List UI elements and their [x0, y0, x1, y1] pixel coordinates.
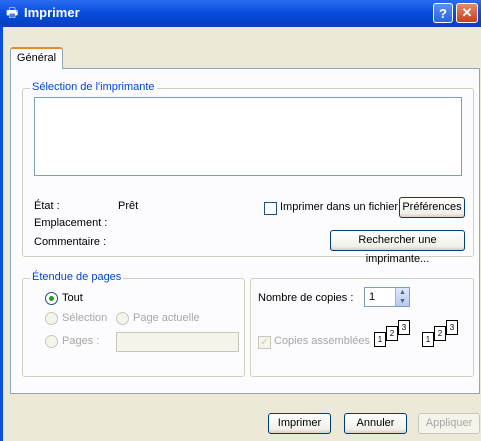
pages-input[interactable]	[116, 332, 239, 352]
copies-label: Nombre de copies :	[258, 292, 354, 304]
selection-label: Sélection	[62, 312, 108, 324]
current-page-label: Page actuelle	[133, 312, 200, 324]
print-button[interactable]: Imprimer	[268, 413, 331, 434]
help-button[interactable]: ?	[433, 3, 453, 23]
collate-page: 1	[374, 332, 386, 347]
copies-spinner[interactable]: ▲ ▼	[395, 288, 409, 306]
all-pages-radio[interactable]	[45, 292, 58, 305]
close-button[interactable]: ✕	[456, 3, 478, 23]
state-label: État :	[34, 200, 60, 212]
pages-label: Pages :	[62, 335, 100, 347]
print-to-file-label: Imprimer dans un fichier	[280, 201, 398, 213]
collate-page: 3	[446, 320, 458, 335]
printer-icon: 🖶	[6, 5, 19, 20]
collate-checkbox[interactable]: ✓	[258, 336, 271, 349]
preferences-button[interactable]: Préférences	[399, 197, 465, 218]
printer-selection-legend: Sélection de l'imprimante	[30, 81, 157, 93]
state-value: Prêt	[118, 200, 139, 212]
comment-label: Commentaire :	[34, 236, 107, 248]
pages-radio[interactable]	[45, 335, 58, 348]
cancel-button[interactable]: Annuler	[344, 413, 407, 434]
collate-page: 2	[434, 326, 446, 341]
printer-list[interactable]	[34, 97, 462, 176]
collate-page: 1	[422, 332, 434, 347]
location-label: Emplacement :	[34, 217, 108, 229]
all-pages-label: Tout	[62, 292, 83, 304]
collate-label: Copies assemblées	[274, 335, 370, 347]
page-range-legend: Étendue de pages	[30, 271, 124, 283]
collate-page: 3	[398, 320, 410, 335]
collate-illustration-right: 3 2 1	[422, 320, 468, 360]
window-title: Imprimer	[24, 5, 80, 20]
spin-down-icon[interactable]: ▼	[396, 297, 409, 306]
tab-general[interactable]: Général	[10, 47, 63, 69]
collate-illustration-left: 3 2 1	[374, 320, 420, 360]
current-page-radio[interactable]	[116, 312, 129, 325]
selection-radio[interactable]	[45, 312, 58, 325]
apply-button[interactable]: Appliquer	[418, 413, 480, 434]
print-to-file-checkbox[interactable]	[264, 202, 277, 215]
find-printer-button[interactable]: Rechercher une imprimante...	[330, 230, 465, 265]
spin-up-icon[interactable]: ▲	[396, 288, 409, 297]
collate-page: 2	[386, 326, 398, 341]
